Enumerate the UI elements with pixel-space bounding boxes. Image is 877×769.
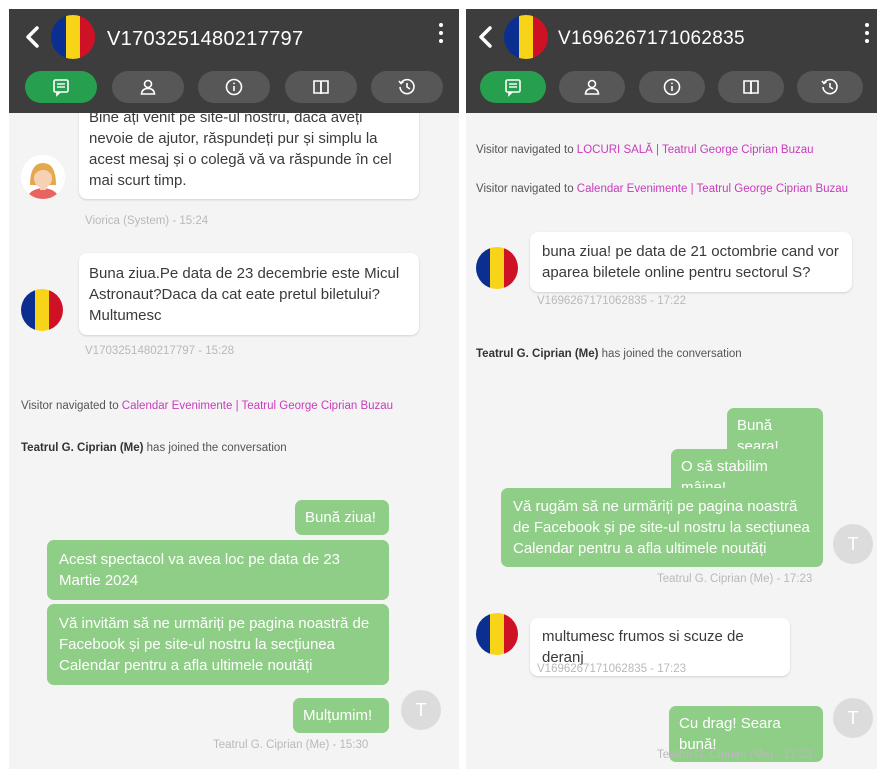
agent-message-text: Vă rugăm să ne urmăriți pe pagina noastr… — [513, 498, 810, 557]
join-text: has joined the conversation — [598, 348, 742, 360]
kebab-menu-icon[interactable] — [437, 23, 445, 49]
user-icon — [584, 79, 600, 95]
agent-message-text: Acest spectacol va avea loc pe data de 2… — [59, 551, 341, 589]
bot-message-meta: Viorica (System) - 15:24 — [85, 215, 209, 227]
chat-panel-left: Bine ați venit pe site-ul nostru, dacă a… — [9, 9, 459, 769]
info-icon — [225, 78, 243, 96]
bot-message-text: Bine ați venit pe site-ul nostru, dacă a… — [89, 109, 392, 189]
agent-message-meta: Teatrul G. Ciprian (Me) - 15:30 — [213, 739, 369, 751]
tab-knowledge-base[interactable] — [717, 71, 784, 103]
tab-visitor-info[interactable] — [559, 71, 626, 103]
navigation-notice: Visitor navigated to Calendar Evenimente… — [476, 183, 848, 195]
navigation-link[interactable]: Calendar Evenimente | Teatrul George Cip… — [577, 183, 848, 195]
tab-chat[interactable] — [480, 71, 546, 103]
visitor-id-title: V1696267171062835 — [558, 28, 745, 49]
navigation-link[interactable]: Calendar Evenimente | Teatrul George Cip… — [122, 400, 393, 412]
book-icon — [742, 80, 759, 95]
agent-message-text: Vă invităm să ne urmăriți pe pagina noas… — [59, 615, 370, 674]
history-icon — [398, 78, 415, 95]
agent-message-bubble: Vă rugăm să ne urmăriți pe pagina noastr… — [501, 488, 823, 567]
book-icon — [312, 80, 329, 95]
chat-header: V1703251480217797 — [9, 9, 459, 113]
visitor-message-bubble: Buna ziua.Pe data de 23 decembrie este M… — [79, 253, 419, 335]
tab-history[interactable] — [797, 71, 863, 103]
agent-message-bubble: Mulțumim! — [293, 698, 389, 733]
navigation-notice: Visitor navigated to LOCURI SALĂ | Teatr… — [476, 144, 814, 156]
tab-bar — [466, 71, 877, 105]
visitor-message-meta: V1696267171062835 - 17:23 — [537, 663, 687, 675]
visitor-message-text: buna ziua! pe data de 21 octombrie cand … — [542, 243, 839, 281]
visitor-message-meta: V1696267171062835 - 17:22 — [537, 295, 687, 307]
agent-message-bubble: Vă invităm să ne urmăriți pe pagina noas… — [47, 604, 389, 685]
user-icon — [140, 79, 155, 95]
kebab-menu-icon[interactable] — [863, 23, 871, 49]
conversation-area[interactable]: Visitor navigated to LOCURI SALĂ | Teatr… — [466, 113, 877, 769]
join-notice: Teatrul G. Ciprian (Me) has joined the c… — [476, 348, 742, 360]
tab-knowledge-base[interactable] — [284, 71, 357, 103]
visitor-avatar — [51, 15, 95, 59]
bot-avatar — [21, 155, 65, 199]
agent-avatar: T — [833, 524, 873, 564]
chat-icon — [53, 79, 69, 97]
visitor-id-title: V1703251480217797 — [107, 28, 304, 50]
navigation-prefix: Visitor navigated to — [476, 183, 577, 195]
info-icon — [663, 78, 680, 96]
agent-message-bubble: Acest spectacol va avea loc pe data de 2… — [47, 540, 389, 600]
join-text: has joined the conversation — [143, 442, 287, 454]
visitor-message-text: multumesc frumos si scuze de deranj — [542, 628, 744, 666]
navigation-prefix: Visitor navigated to — [21, 400, 122, 412]
visitor-avatar — [476, 613, 518, 655]
visitor-avatar — [476, 247, 518, 289]
chevron-left-icon[interactable] — [474, 17, 496, 57]
agent-message-text: Bună ziua! — [305, 509, 376, 526]
chevron-left-icon[interactable] — [21, 17, 43, 57]
join-agent-name: Teatrul G. Ciprian (Me) — [21, 442, 144, 454]
join-agent-name: Teatrul G. Ciprian (Me) — [476, 348, 599, 360]
agent-message-meta: Teatrul G. Ciprian (Me) - 17:23 — [657, 573, 813, 585]
visitor-message-text: Buna ziua.Pe data de 23 decembrie este M… — [89, 265, 400, 324]
bot-message-bubble: Bine ați venit pe site-ul nostru, dacă a… — [79, 101, 419, 199]
agent-message-bubble: Bună ziua! — [295, 500, 389, 535]
tab-visitor-info[interactable] — [111, 71, 184, 103]
navigation-notice: Visitor navigated to Calendar Evenimente… — [21, 400, 393, 412]
chat-panel-right: Visitor navigated to LOCURI SALĂ | Teatr… — [466, 9, 877, 769]
visitor-message-meta: V1703251480217797 - 15:28 — [85, 345, 235, 357]
navigation-link[interactable]: LOCURI SALĂ | Teatrul George Ciprian Buz… — [577, 144, 814, 156]
history-icon — [821, 78, 838, 95]
agent-avatar: T — [401, 690, 441, 730]
visitor-avatar — [504, 15, 548, 59]
chat-header: V1696267171062835 — [466, 9, 877, 113]
tab-details[interactable] — [638, 71, 705, 103]
agent-message-meta: Teatrul G. Ciprian (Me) - 17:23 — [657, 749, 813, 761]
tab-details[interactable] — [198, 71, 270, 103]
tab-history[interactable] — [371, 71, 443, 103]
navigation-prefix: Visitor navigated to — [476, 144, 577, 156]
visitor-avatar — [21, 289, 63, 331]
visitor-message-bubble: buna ziua! pe data de 21 octombrie cand … — [530, 232, 852, 292]
agent-message-text: Mulțumim! — [303, 707, 373, 724]
tab-bar — [9, 71, 459, 105]
conversation-area[interactable]: Bine ați venit pe site-ul nostru, dacă a… — [9, 101, 459, 769]
tab-chat[interactable] — [25, 71, 97, 103]
join-notice: Teatrul G. Ciprian (Me) has joined the c… — [21, 442, 287, 454]
chat-icon — [505, 79, 521, 97]
agent-avatar: T — [833, 698, 873, 738]
agent-message-text: Cu drag! Seara bună! — [679, 715, 781, 753]
